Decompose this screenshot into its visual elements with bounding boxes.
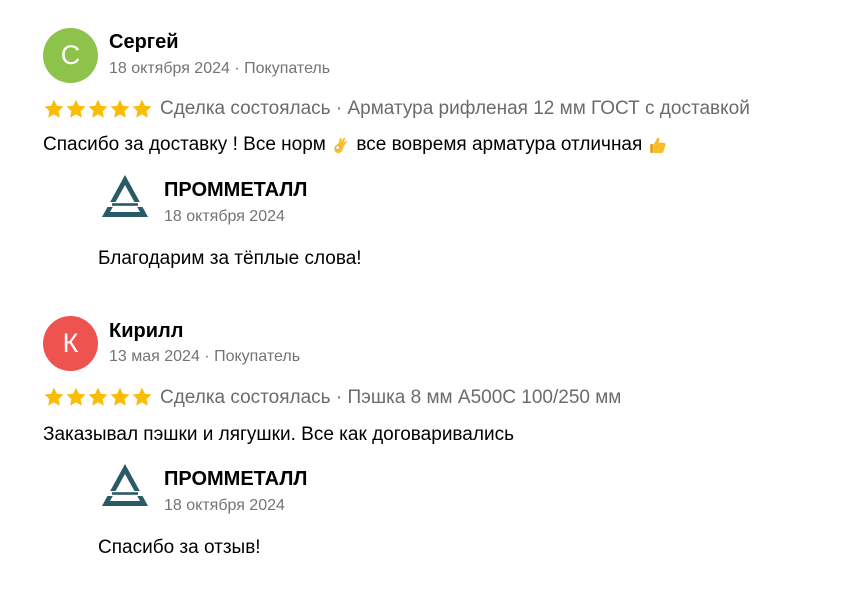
avatar-letter: К — [62, 328, 79, 358]
star-icon — [132, 99, 152, 118]
deal-separator: · — [330, 387, 348, 408]
rating-stars — [43, 386, 153, 408]
review-text: Спасибо за доставку ! Все норм все вовре… — [43, 134, 668, 156]
rating-stars — [43, 98, 153, 120]
review-meta: 18 октября 2024 · Покупатель — [109, 60, 330, 78]
avatar-letter: С — [60, 40, 81, 70]
star-icon — [88, 387, 108, 406]
review-text: Заказывал пэшки и лягушки. Все как догов… — [43, 424, 514, 445]
deal-product[interactable]: Пэшка 8 мм А500С 100/250 мм — [347, 387, 621, 408]
company-logo-icon[interactable] — [100, 173, 150, 219]
reply-text: Благодарим за тёплые слова! — [98, 248, 362, 269]
company-name[interactable]: ПРОММЕТАЛЛ — [164, 468, 307, 491]
star-icon — [110, 387, 130, 406]
star-icon — [66, 387, 86, 406]
meta-separator: · — [229, 60, 245, 77]
deal-info: Сделка состоялась · Пэшка 8 мм А500С 100… — [160, 387, 621, 409]
deal-product[interactable]: Арматура рифленая 12 мм ГОСТ с доставкой — [347, 98, 749, 119]
star-icon — [66, 99, 86, 118]
review-date: 13 мая 2024 — [109, 348, 200, 365]
review-text-part2: все вовремя арматура отличная — [351, 134, 648, 155]
company-logo-icon[interactable] — [100, 462, 150, 508]
review-date: 18 октября 2024 — [109, 60, 230, 77]
deal-status: Сделка состоялась — [160, 387, 331, 408]
author-role: Покупатель — [244, 60, 331, 77]
deal-status: Сделка состоялась — [160, 98, 331, 119]
company-name[interactable]: ПРОММЕТАЛЛ — [164, 179, 307, 202]
reply-date: 18 октября 2024 — [164, 208, 285, 225]
deal-separator: · — [330, 98, 348, 119]
star-icon — [110, 99, 130, 118]
avatar[interactable]: К — [43, 316, 98, 371]
author-name[interactable]: Сергей — [109, 31, 179, 54]
star-icon — [44, 387, 64, 406]
thumbs-up-emoji-icon — [649, 137, 666, 153]
ok-hand-emoji-icon — [334, 137, 348, 153]
reply-date: 18 октября 2024 — [164, 497, 285, 514]
review-text-part1: Спасибо за доставку ! Все норм — [43, 134, 332, 155]
reply-text: Спасибо за отзыв! — [98, 537, 261, 558]
star-icon — [88, 99, 108, 118]
review-meta: 13 мая 2024 · Покупатель — [109, 348, 300, 366]
author-role: Покупатель — [214, 348, 301, 365]
star-icon — [44, 99, 64, 118]
deal-info: Сделка состоялась · Арматура рифленая 12… — [160, 98, 750, 120]
avatar[interactable]: С — [43, 28, 98, 83]
meta-separator: · — [199, 348, 215, 365]
star-icon — [132, 387, 152, 406]
author-name[interactable]: Кирилл — [109, 320, 183, 343]
